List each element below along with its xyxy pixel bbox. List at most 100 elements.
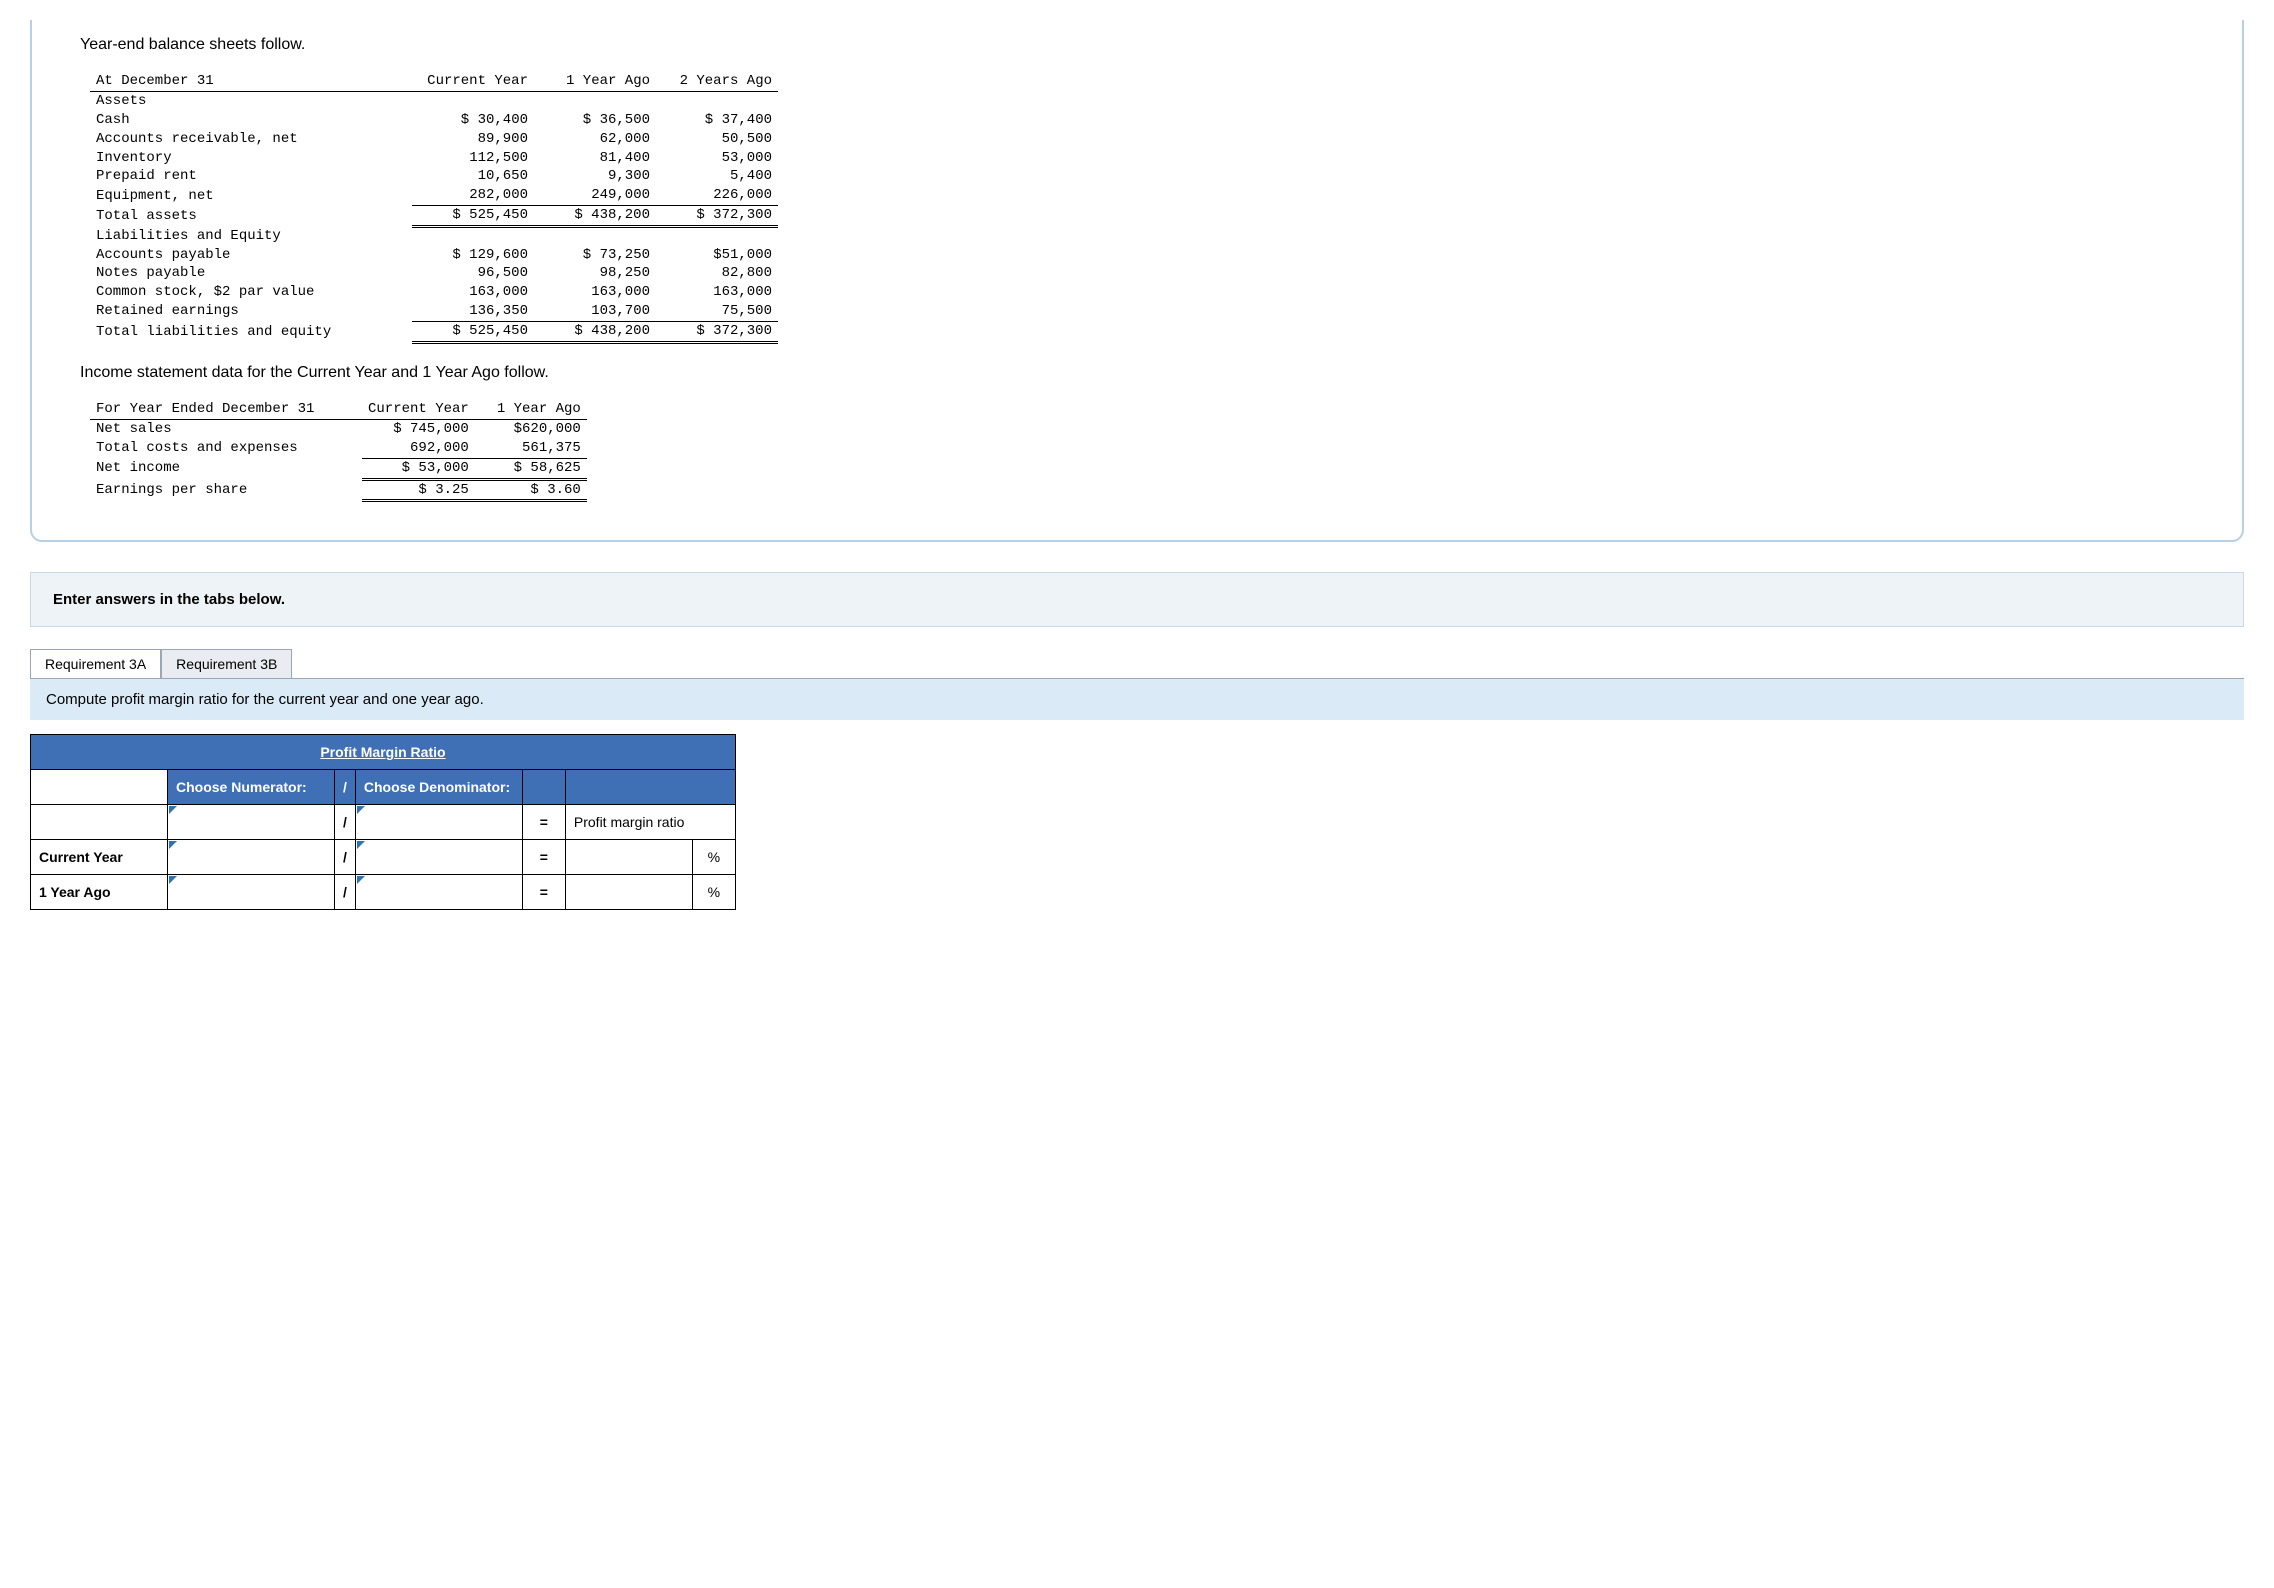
row-label-cy: Current Year — [31, 840, 168, 875]
question-panel: Year-end balance sheets follow. At Decem… — [30, 20, 2244, 542]
is-costs-l: Total costs and expenses — [90, 439, 362, 458]
income-statement-table: For Year Ended December 31 Current Year … — [90, 400, 587, 502]
row-label-empty — [31, 770, 168, 805]
bs-equip-y2: 226,000 — [656, 186, 778, 205]
bs-assets-hdr: Assets — [90, 91, 412, 110]
bs-inv-cy: 112,500 — [412, 149, 534, 168]
slash-cy: / — [335, 840, 356, 875]
row-label-blank — [31, 805, 168, 840]
slash-1: / — [335, 805, 356, 840]
bs-le-hdr: Liabilities and Equity — [90, 227, 412, 246]
tab-3b-label: Requirement 3B — [176, 656, 277, 672]
is-sales-cy: $ 745,000 — [362, 419, 475, 438]
row-label-y1: 1 Year Ago — [31, 875, 168, 910]
bs-tle-y2: $ 372,300 — [656, 322, 778, 343]
eq-1: = — [522, 805, 565, 840]
bs-equip-cy: 282,000 — [412, 186, 534, 205]
result-hdr-blank — [565, 770, 735, 805]
requirement-tabs: Requirement 3A Requirement 3B — [30, 649, 2244, 678]
choose-numerator-hdr: Choose Numerator: — [168, 770, 335, 805]
tab-body-prompt: Compute profit margin ratio for the curr… — [30, 678, 2244, 720]
bs-ta-cy: $ 525,450 — [412, 206, 534, 227]
bs-re-cy: 136,350 — [412, 302, 534, 321]
ratio-label-cell: Profit margin ratio — [565, 805, 735, 840]
pm-title-cell: Profit Margin Ratio — [31, 735, 736, 770]
eq-cy: = — [522, 840, 565, 875]
pct-y1: % — [692, 875, 735, 910]
bs-hdr-label: At December 31 — [90, 72, 412, 91]
dropdown-corner-icon — [169, 876, 177, 884]
numerator-select-blank[interactable] — [168, 805, 335, 840]
result-input-y1[interactable] — [565, 875, 692, 910]
bs-ap-y2: $51,000 — [656, 246, 778, 265]
denominator-input-cy[interactable] — [355, 840, 522, 875]
numerator-input-cy[interactable] — [168, 840, 335, 875]
bs-prepaid-y2: 5,400 — [656, 167, 778, 186]
bs-cash-l: Cash — [90, 111, 412, 130]
is-eps-y1: $ 3.60 — [475, 479, 587, 501]
is-sales-l: Net sales — [90, 419, 362, 438]
choose-denominator-hdr: Choose Denominator: — [355, 770, 522, 805]
bs-ap-cy: $ 129,600 — [412, 246, 534, 265]
dropdown-corner-icon — [357, 841, 365, 849]
bs-re-l: Retained earnings — [90, 302, 412, 321]
bs-re-y2: 75,500 — [656, 302, 778, 321]
bs-ta-y2: $ 372,300 — [656, 206, 778, 227]
bs-tle-cy: $ 525,450 — [412, 322, 534, 343]
bs-np-l: Notes payable — [90, 264, 412, 283]
bs-cash-y1: $ 36,500 — [534, 111, 656, 130]
instruction-bar: Enter answers in the tabs below. — [30, 572, 2244, 627]
bs-equip-y1: 249,000 — [534, 186, 656, 205]
bs-ta-l: Total assets — [90, 206, 412, 227]
bs-inv-y2: 53,000 — [656, 149, 778, 168]
bs-ap-y1: $ 73,250 — [534, 246, 656, 265]
slash-hdr: / — [335, 770, 356, 805]
profit-margin-table: Profit Margin Ratio Choose Numerator: / … — [30, 734, 736, 910]
result-input-cy[interactable] — [565, 840, 692, 875]
denominator-select-blank[interactable] — [355, 805, 522, 840]
bs-equip-l: Equipment, net — [90, 186, 412, 205]
bs-cs-l: Common stock, $2 par value — [90, 283, 412, 302]
is-eps-l: Earnings per share — [90, 479, 362, 501]
bs-ar-l: Accounts receivable, net — [90, 130, 412, 149]
eq-hdr-blank — [522, 770, 565, 805]
tab-requirement-3a[interactable]: Requirement 3A — [30, 649, 161, 678]
bs-prepaid-l: Prepaid rent — [90, 167, 412, 186]
is-eps-cy: $ 3.25 — [362, 479, 475, 501]
bs-ta-y1: $ 438,200 — [534, 206, 656, 227]
is-hdr-cy: Current Year — [362, 400, 475, 419]
dropdown-corner-icon — [169, 806, 177, 814]
bs-prepaid-y1: 9,300 — [534, 167, 656, 186]
tab-requirement-3b[interactable]: Requirement 3B — [161, 649, 292, 678]
numerator-input-y1[interactable] — [168, 875, 335, 910]
bs-re-y1: 103,700 — [534, 302, 656, 321]
slash-y1: / — [335, 875, 356, 910]
is-ni-cy: $ 53,000 — [362, 458, 475, 479]
bs-tle-y1: $ 438,200 — [534, 322, 656, 343]
bs-cs-y1: 163,000 — [534, 283, 656, 302]
is-ni-y1: $ 58,625 — [475, 458, 587, 479]
bs-np-y2: 82,800 — [656, 264, 778, 283]
bs-inv-l: Inventory — [90, 149, 412, 168]
bs-prepaid-cy: 10,650 — [412, 167, 534, 186]
bs-cs-cy: 163,000 — [412, 283, 534, 302]
bs-inv-y1: 81,400 — [534, 149, 656, 168]
is-costs-cy: 692,000 — [362, 439, 475, 458]
bs-hdr-y2: 2 Years Ago — [656, 72, 778, 91]
bs-ar-y2: 50,500 — [656, 130, 778, 149]
intro-income-stmt: Income statement data for the Current Ye… — [80, 364, 2202, 382]
bs-np-cy: 96,500 — [412, 264, 534, 283]
is-hdr-label: For Year Ended December 31 — [90, 400, 362, 419]
denominator-input-y1[interactable] — [355, 875, 522, 910]
is-sales-y1: $620,000 — [475, 419, 587, 438]
bs-hdr-y1: 1 Year Ago — [534, 72, 656, 91]
dropdown-corner-icon — [357, 876, 365, 884]
bs-ar-y1: 62,000 — [534, 130, 656, 149]
is-hdr-y1: 1 Year Ago — [475, 400, 587, 419]
tab-3a-label: Requirement 3A — [45, 656, 146, 672]
is-ni-l: Net income — [90, 458, 362, 479]
bs-ar-cy: 89,900 — [412, 130, 534, 149]
bs-ap-l: Accounts payable — [90, 246, 412, 265]
pct-cy: % — [692, 840, 735, 875]
bs-np-y1: 98,250 — [534, 264, 656, 283]
